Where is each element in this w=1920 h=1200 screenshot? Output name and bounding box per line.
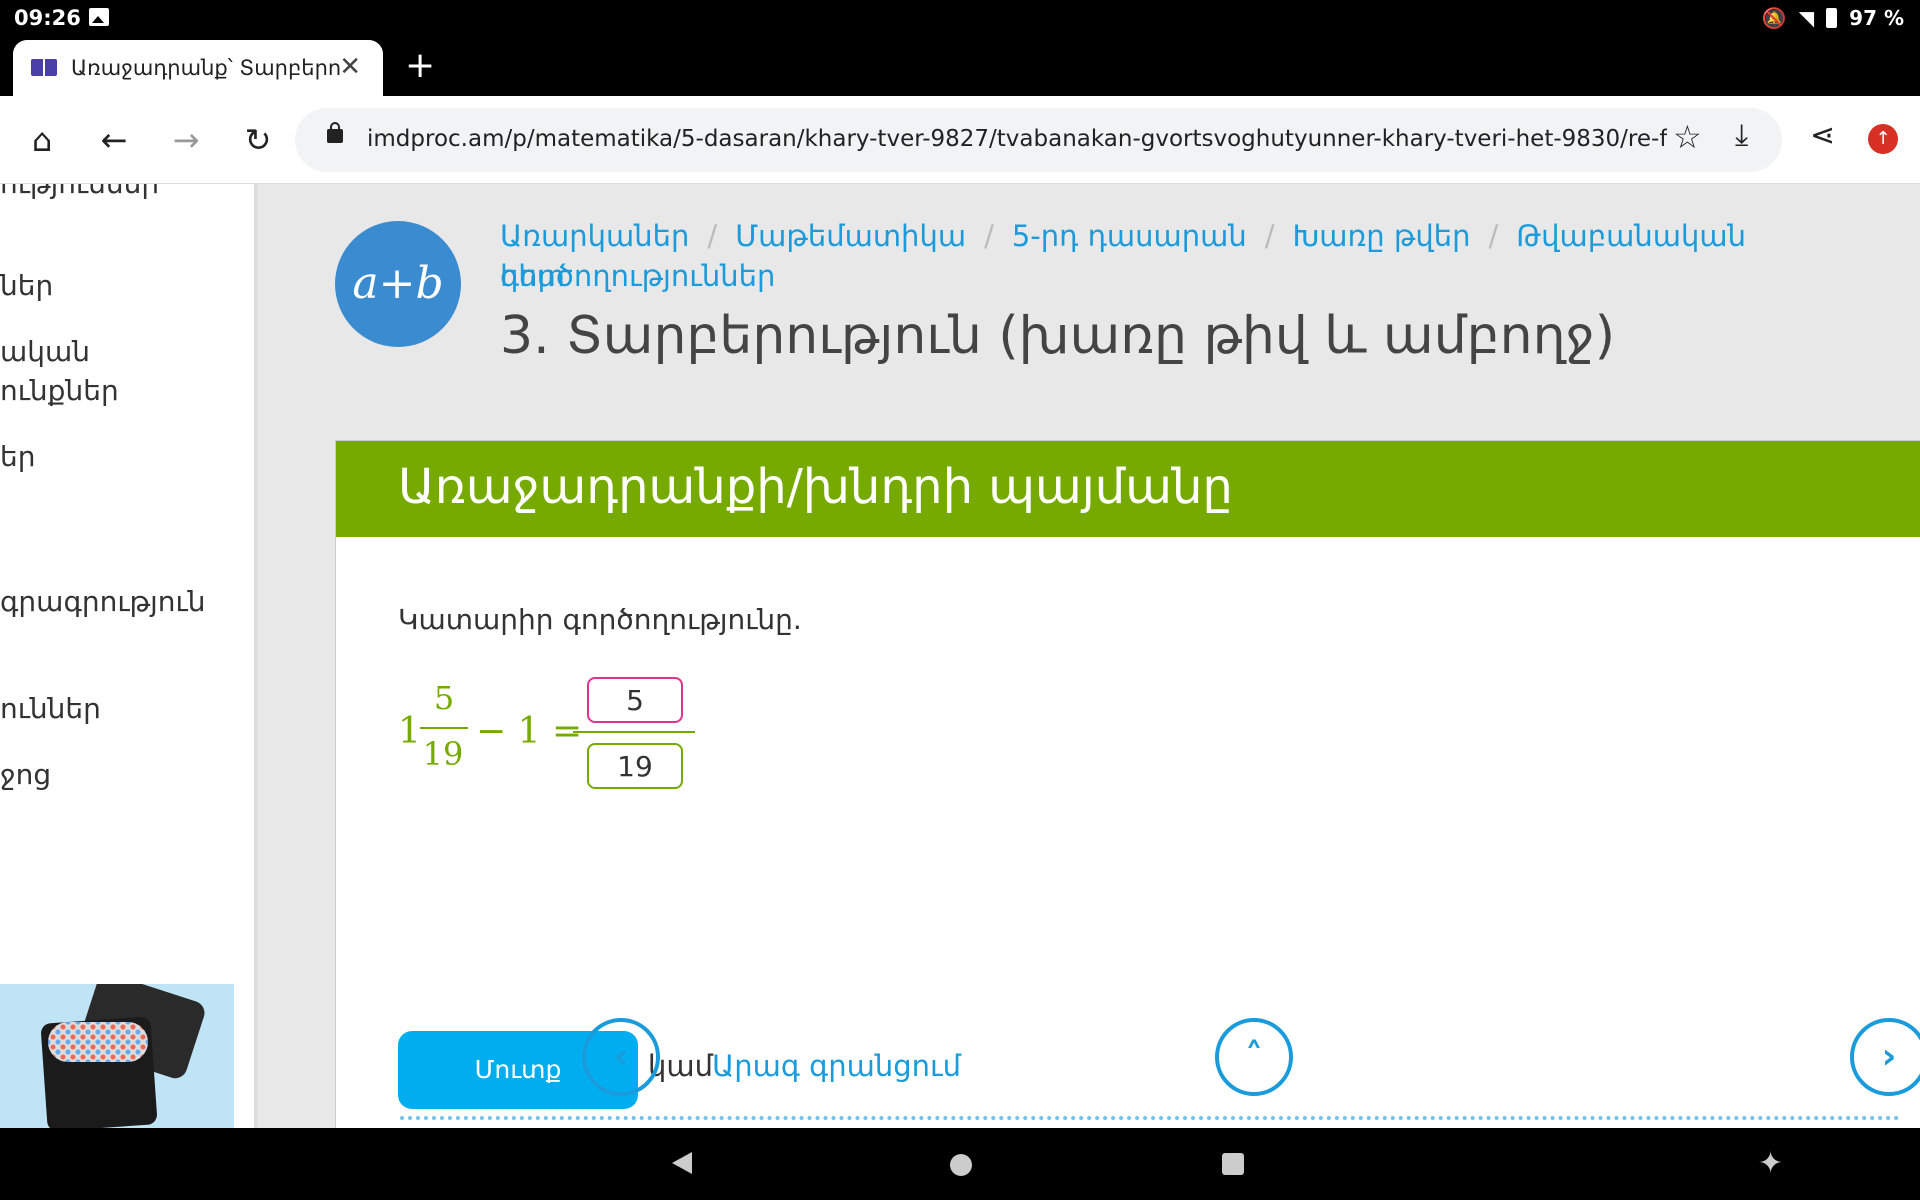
breadcrumb-link[interactable]: Խառը թվեր bbox=[1293, 219, 1471, 253]
lock-icon bbox=[327, 122, 343, 143]
reload-icon[interactable]: ↻ bbox=[236, 118, 280, 162]
nav-home-icon[interactable] bbox=[950, 1154, 972, 1176]
tab-title: Առաջադրանք՝ Տարբերություն (խառը թիվ և ամ… bbox=[71, 56, 341, 80]
browser-tab[interactable]: Առաջադրանք՝ Տարբերություն (խառը թիվ և ամ… bbox=[13, 40, 383, 96]
update-icon[interactable]: ↑ bbox=[1868, 124, 1898, 154]
ad-markers bbox=[48, 1022, 148, 1062]
back-icon[interactable]: ← bbox=[92, 118, 136, 162]
sidebar-item[interactable]: եր bbox=[0, 437, 254, 476]
subject-logo: a+b bbox=[335, 221, 461, 347]
previous-task-icon[interactable]: ‹ bbox=[582, 1018, 660, 1096]
download-icon[interactable]: ⤓ bbox=[1735, 118, 1748, 153]
url-text[interactable]: imdproc.am/p/matematika/5-dasaran/khary-… bbox=[367, 126, 1667, 152]
bookmark-star-icon[interactable]: ☆ bbox=[1673, 118, 1702, 156]
dnd-icon: 🔕 bbox=[1761, 6, 1787, 30]
nav-recents-icon[interactable] bbox=[1222, 1153, 1244, 1175]
breadcrumb-link[interactable]: Մաթեմատիկա bbox=[735, 219, 966, 253]
advertisement-image[interactable] bbox=[0, 984, 234, 1128]
accessibility-icon[interactable]: ✦ bbox=[1758, 1146, 1783, 1181]
battery-icon bbox=[1826, 8, 1838, 28]
fraction-bar bbox=[420, 727, 468, 729]
up-icon[interactable]: ˄ bbox=[1215, 1018, 1293, 1096]
sidebar-item[interactable]: ներ bbox=[0, 266, 254, 305]
sidebar-item[interactable]: ություններ bbox=[0, 184, 254, 203]
sidebar-item[interactable]: ուններ bbox=[0, 689, 254, 728]
answer-fraction-bar bbox=[573, 731, 695, 733]
status-time: 09:26 bbox=[14, 6, 81, 30]
sidebar-item[interactable]: ական bbox=[0, 332, 254, 371]
task-header: Առաջադրանքի/խնդրի պայմանը bbox=[336, 441, 1920, 537]
breadcrumb-link-tail[interactable]: հետ bbox=[500, 256, 565, 296]
forward-icon[interactable]: → bbox=[164, 118, 208, 162]
wifi-icon: ◥ bbox=[1798, 6, 1815, 30]
sidebar-item[interactable]: ունքներ bbox=[0, 371, 254, 410]
answer-numerator-field[interactable]: 5 bbox=[587, 677, 683, 723]
system-nav-bar: ✦ bbox=[0, 1128, 1920, 1200]
breadcrumb-separator: / bbox=[1488, 219, 1499, 253]
task-heading: Առաջադրանքի/խնդրի պայմանը bbox=[398, 459, 1233, 515]
browser-toolbar: ⌂ ← → ↻ imdproc.am/p/matematika/5-dasara… bbox=[0, 96, 1920, 184]
answer-denominator-field[interactable]: 19 bbox=[587, 743, 683, 789]
next-task-icon[interactable]: › bbox=[1850, 1018, 1920, 1096]
tab-strip: Առաջադրանք՝ Տարբերություն (խառը թիվ և ամ… bbox=[0, 36, 1920, 96]
breadcrumb: Առարկաներ / Մաթեմատիկա / 5-րդ դասարան / Խառը թ… bbox=[500, 216, 1920, 296]
breadcrumb-separator: / bbox=[707, 219, 718, 253]
task-prompt: Կատարիր գործողությունը. bbox=[398, 603, 802, 636]
sidebar-item[interactable]: գրագրություն bbox=[0, 582, 254, 621]
page-title: 3. Տարբերություն (խառը թիվ և ամբողջ) bbox=[500, 306, 1615, 366]
mixed-denominator: 19 bbox=[422, 735, 464, 773]
close-tab-icon[interactable]: ✕ bbox=[339, 52, 361, 82]
status-bar: 09:26 🔕 ◥ 97 % bbox=[0, 0, 1920, 36]
mixed-numerator: 5 bbox=[433, 679, 455, 717]
status-right: 🔕 ◥ 97 % bbox=[1762, 6, 1904, 30]
share-icon[interactable]: ⋖ bbox=[1810, 118, 1835, 153]
quick-register-link[interactable]: Արագ գրանցում bbox=[712, 1049, 961, 1083]
breadcrumb-link[interactable]: Առարկաներ bbox=[500, 219, 689, 253]
math-expression: 1 5 19 − 1 = 5 19 bbox=[398, 675, 798, 797]
address-bar[interactable]: imdproc.am/p/matematika/5-dasaran/khary-… bbox=[295, 108, 1782, 172]
breadcrumb-separator: / bbox=[1264, 219, 1275, 253]
battery-percent: 97 % bbox=[1849, 6, 1904, 30]
new-tab-button[interactable]: + bbox=[405, 48, 435, 84]
book-icon bbox=[31, 59, 57, 76]
home-icon[interactable]: ⌂ bbox=[20, 118, 64, 162]
breadcrumb-link[interactable]: 5-րդ դասարան bbox=[1012, 219, 1247, 253]
expression-rest: − 1 = bbox=[476, 711, 583, 752]
gallery-notification-icon bbox=[89, 8, 109, 26]
nav-back-icon[interactable] bbox=[672, 1152, 692, 1174]
task-card: Առաջադրանքի/խնդրի պայմանը Կատարիր գործող… bbox=[335, 440, 1920, 1128]
sidebar-item[interactable]: ջոց bbox=[0, 755, 254, 794]
web-page: ություններ ներ ական ունքներ եր գրագրությ… bbox=[0, 184, 1920, 1128]
sidebar: ություններ ներ ական ունքներ եր գրագրությ… bbox=[0, 184, 258, 1128]
breadcrumb-separator: / bbox=[984, 219, 994, 253]
cut-off-text bbox=[400, 1116, 1900, 1128]
